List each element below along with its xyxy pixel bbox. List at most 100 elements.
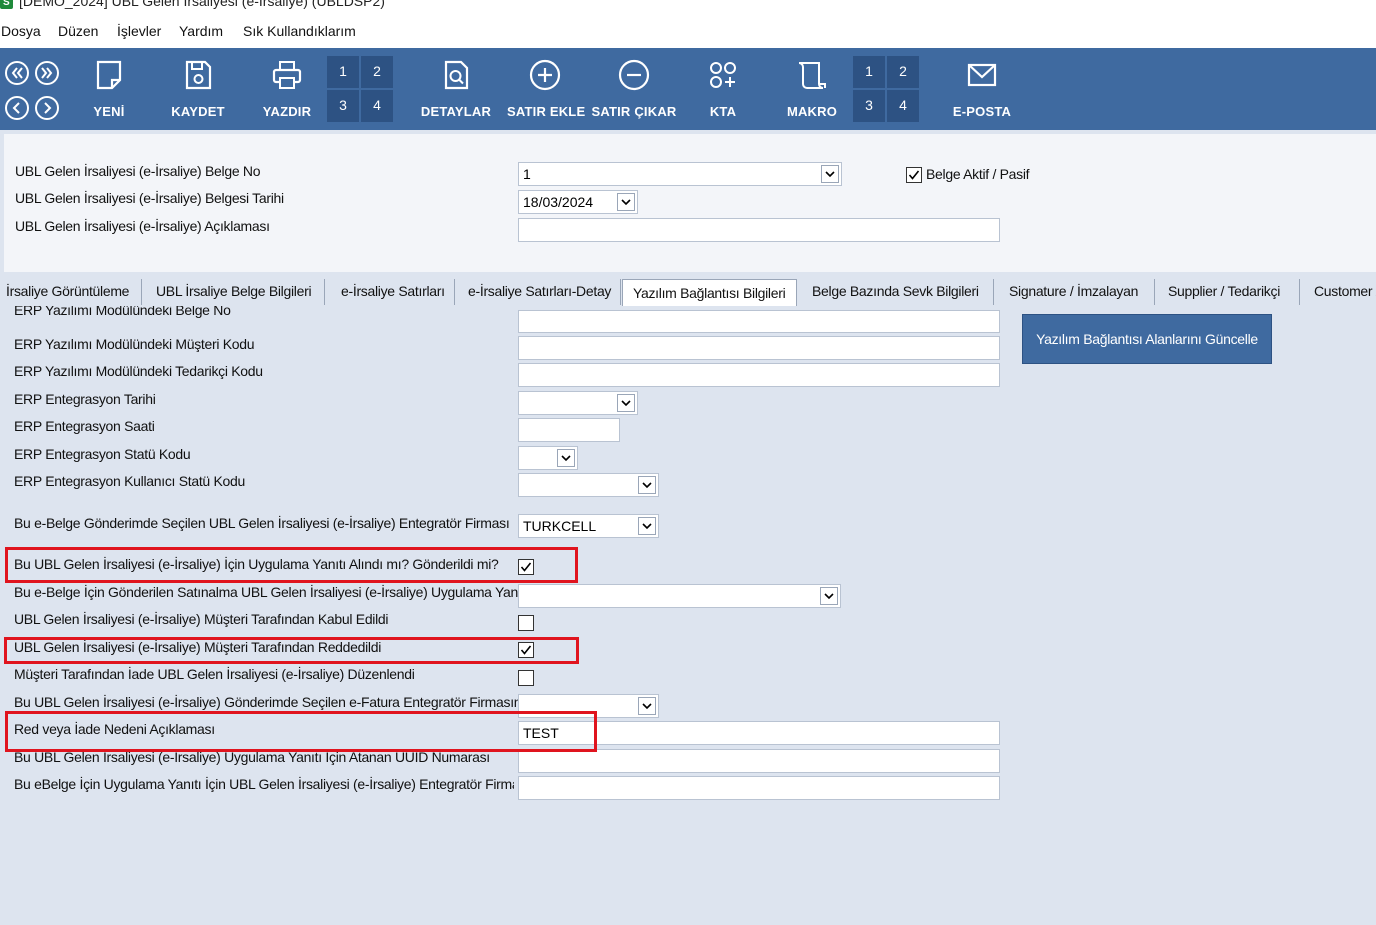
tab-irsaliye-view[interactable]: İrsaliye Görüntüleme — [0, 279, 142, 305]
menu-favorites[interactable]: Sık Kullandıklarım — [243, 23, 356, 39]
tab-satirlar-detay[interactable]: e-İrsaliye Satırları-Detay — [455, 279, 621, 305]
add-row-button[interactable]: SATIR EKLE — [507, 48, 585, 130]
page-2-button[interactable]: 2 — [361, 56, 393, 88]
macro-page-3-button[interactable]: 3 — [853, 90, 885, 122]
first-record-icon[interactable] — [4, 60, 30, 86]
efatura-integrator-combo[interactable] — [518, 694, 659, 718]
menu-edit[interactable]: Düzen — [58, 23, 98, 39]
app-response-integrator-label: Bu eBelge İçin Uygulama Yanıtı İçin UBL … — [14, 776, 514, 792]
chevron-down-icon[interactable] — [821, 165, 839, 183]
previous-record-icon[interactable] — [4, 95, 30, 121]
rejection-reason-input[interactable]: TEST — [518, 721, 1000, 745]
chevron-down-icon[interactable] — [638, 697, 656, 715]
chevron-down-icon[interactable] — [820, 587, 838, 605]
erp-integration-time-input[interactable] — [518, 418, 620, 442]
active-checkbox[interactable] — [906, 167, 922, 183]
print-button[interactable]: YAZDIR — [256, 48, 318, 130]
app-response-received-label: Bu UBL Gelen İrsaliyesi (e-İrsaliye) İçi… — [14, 556, 499, 572]
menu-help[interactable]: Yardım — [179, 23, 223, 39]
scroll-icon — [798, 62, 826, 89]
erp-doc-no-input[interactable] — [518, 310, 1000, 333]
next-record-icon[interactable] — [34, 95, 60, 121]
macro-button[interactable]: MAKRO — [782, 48, 842, 130]
menu-file[interactable]: Dosya — [1, 23, 41, 39]
purchase-app-response-combo[interactable] — [518, 584, 841, 608]
tab-signature[interactable]: Signature / İmzalayan — [994, 279, 1155, 305]
erp-user-status-code-label: ERP Entegrasyon Kullanıcı Statü Kodu — [14, 473, 245, 489]
chevron-down-icon[interactable] — [617, 394, 635, 412]
tab-satirlar[interactable]: e-İrsaliye Satırları — [325, 279, 455, 305]
tab-customer[interactable]: Customer / Alıcı — [1300, 279, 1376, 305]
erp-user-status-code-combo[interactable] — [518, 473, 659, 497]
menu-operations[interactable]: İşlevler — [117, 23, 161, 39]
erp-supplier-code-input[interactable] — [518, 363, 1000, 387]
erp-integration-date-picker[interactable] — [518, 391, 638, 415]
uuid-number-label: Bu UBL Gelen İrsaliyesi (e-İrsaliye) Uyg… — [14, 749, 490, 765]
integrator-firm-label: Bu e-Belge Gönderimde Seçilen UBL Gelen … — [14, 515, 510, 531]
doc-desc-label: UBL Gelen İrsaliyesi (e-İrsaliye) Açıkla… — [15, 218, 270, 234]
erp-status-code-label: ERP Entegrasyon Statü Kodu — [14, 446, 191, 462]
tab-supplier[interactable]: Supplier / Tedarikçi — [1155, 279, 1300, 305]
app-response-received-checkbox[interactable] — [518, 559, 534, 575]
email-button[interactable]: E-POSTA — [950, 48, 1014, 130]
macro-page-1-button[interactable]: 1 — [853, 56, 885, 88]
document-header-panel: UBL Gelen İrsaliyesi (e-İrsaliye) Belge … — [4, 134, 1376, 272]
tab-yazilim-baglantisi[interactable]: Yazılım Bağlantısı Bilgileri — [622, 279, 797, 307]
update-software-link-button[interactable]: Yazılım Bağlantısı Alanlarını Güncelle — [1022, 314, 1272, 364]
chevron-down-icon[interactable] — [638, 517, 656, 535]
details-button[interactable]: DETAYLAR — [420, 48, 492, 130]
erp-supplier-code-label: ERP Yazılımı Modülündeki Tedarikçi Kodu — [14, 363, 263, 379]
doc-date-picker[interactable]: 18/03/2024 — [518, 190, 638, 214]
tab-sevk-bilgileri[interactable]: Belge Bazında Sevk Bilgileri — [797, 279, 994, 305]
doc-no-combo[interactable]: 1 — [518, 162, 842, 186]
macro-page-2-button[interactable]: 2 — [887, 56, 919, 88]
erp-status-code-combo[interactable] — [518, 446, 578, 470]
save-icon — [185, 60, 212, 90]
chevron-down-icon[interactable] — [557, 449, 575, 467]
envelope-icon — [967, 63, 997, 87]
integrator-firm-combo[interactable]: TURKCELL — [518, 514, 659, 538]
window-title: [DEMO_2024] UBL Gelen İrsaliyesi (e-İrsa… — [19, 0, 385, 9]
grid-plus-icon — [710, 62, 736, 88]
rejected-by-customer-checkbox[interactable] — [518, 642, 534, 658]
return-issued-checkbox[interactable] — [518, 670, 534, 686]
save-button[interactable]: KAYDET — [166, 48, 230, 130]
last-record-icon[interactable] — [34, 60, 60, 86]
erp-customer-code-input[interactable] — [518, 336, 1000, 360]
active-label: Belge Aktif / Pasif — [926, 166, 1030, 182]
tab-belge-bilgileri[interactable]: UBL İrsaliye Belge Bilgileri — [142, 279, 325, 305]
kta-button[interactable]: KTA — [698, 48, 748, 130]
menu-bar: Dosya Düzen İşlevler Yardım Sık Kullandı… — [0, 14, 1376, 48]
chevron-down-icon[interactable] — [638, 476, 656, 494]
new-button[interactable]: YENİ — [80, 48, 138, 130]
new-document-icon — [96, 60, 122, 90]
checkmark-icon — [520, 645, 532, 655]
doc-date-label: UBL Gelen İrsaliyesi (e-İrsaliye) Belges… — [15, 190, 284, 206]
macro-page-4-button[interactable]: 4 — [887, 90, 919, 122]
doc-desc-input[interactable] — [518, 218, 1000, 242]
page-selector-2: 1 2 3 4 — [853, 56, 919, 122]
tab-bar: İrsaliye Görüntüleme UBL İrsaliye Belge … — [0, 279, 1376, 307]
page-3-button[interactable]: 3 — [327, 90, 359, 122]
chevron-down-icon[interactable] — [617, 193, 635, 211]
erp-integration-time-label: ERP Entegrasyon Saati — [14, 418, 155, 434]
app-response-integrator-input[interactable] — [518, 776, 1000, 800]
page-1-button[interactable]: 1 — [327, 56, 359, 88]
tab-content-software-link: ERP Yazılımı Modülündeki Belge No ERP Ya… — [0, 306, 1376, 925]
toolbar: YENİ KAYDET YAZDIR 1 2 3 4 DETAYLAR SATI… — [0, 48, 1376, 130]
page-selector-1: 1 2 3 4 — [327, 56, 393, 122]
page-4-button[interactable]: 4 — [361, 90, 393, 122]
remove-row-button[interactable]: SATIR ÇIKAR — [591, 48, 677, 130]
erp-doc-no-label: ERP Yazılımı Modülündeki Belge No — [14, 306, 231, 318]
rejection-reason-label: Red veya İade Nedeni Açıklaması — [14, 721, 215, 737]
plus-circle-icon — [529, 59, 561, 91]
printer-icon — [272, 61, 302, 89]
accepted-by-customer-checkbox[interactable] — [518, 615, 534, 631]
uuid-number-input[interactable] — [518, 749, 1000, 773]
checkmark-icon — [908, 170, 920, 180]
checkmark-icon — [520, 562, 532, 572]
doc-no-label: UBL Gelen İrsaliyesi (e-İrsaliye) Belge … — [15, 163, 261, 179]
efatura-integrator-label: Bu UBL Gelen İrsaliyesi (e-İrsaliye) Gön… — [14, 694, 533, 710]
erp-integration-date-label: ERP Entegrasyon Tarihi — [14, 391, 156, 407]
document-search-icon — [444, 60, 469, 90]
